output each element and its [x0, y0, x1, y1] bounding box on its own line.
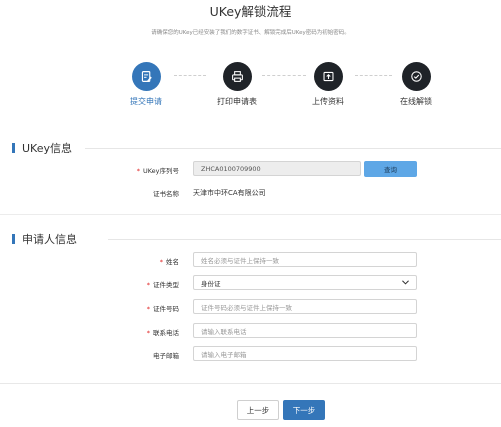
check-circle-icon	[401, 62, 431, 91]
name-input[interactable]: 姓名必须与证件上保持一致	[193, 252, 417, 267]
section-title: 申请人信息	[22, 233, 77, 246]
section-accent-bar	[12, 234, 15, 244]
step-label: 打印申请表	[217, 97, 257, 106]
phone-input[interactable]: 请输入联系电话	[193, 323, 417, 338]
ukey-section-header: UKey信息	[0, 139, 501, 157]
section-accent-bar	[12, 143, 15, 153]
step-submit: 提交申请	[116, 62, 176, 107]
page-title: UKey解锁流程	[209, 4, 292, 19]
step-label: 上传资料	[312, 97, 344, 106]
upload-icon	[313, 62, 343, 91]
step-unlock: 在线解锁	[386, 62, 446, 107]
page-subtitle: 请确保您的UKey已经安装了我们的数字证书、解锁完成后UKey密码为初始密码。	[151, 30, 350, 36]
section-separator	[0, 214, 501, 215]
id-number-input[interactable]: 证件号码必须与证件上保持一致	[193, 299, 417, 314]
section-divider	[85, 148, 501, 149]
section-title: UKey信息	[22, 142, 72, 155]
prev-button[interactable]: 上一步	[237, 400, 279, 420]
cert-name-label: 证书名称	[153, 190, 179, 198]
id-type-label: * 证件类型	[146, 281, 179, 289]
id-number-label: * 证件号码	[146, 305, 179, 313]
next-button[interactable]: 下一步	[283, 400, 325, 420]
applicant-section-header: 申请人信息	[0, 230, 501, 248]
id-type-select[interactable]: 身份证	[193, 275, 417, 290]
cert-name-value: 天津市中环CA有限公司	[193, 189, 266, 197]
phone-label: * 联系电话	[146, 329, 179, 337]
footer-divider	[0, 383, 501, 384]
edit-doc-icon	[131, 62, 161, 91]
serial-number-field[interactable]: ZHCA0100709900	[193, 161, 361, 176]
printer-icon	[222, 62, 252, 91]
query-button[interactable]: 查询	[364, 161, 417, 177]
chevron-down-icon	[402, 279, 409, 287]
id-type-value: 身份证	[201, 279, 221, 288]
email-input[interactable]: 请输入电子邮箱	[193, 346, 417, 361]
name-label: * 姓名	[159, 258, 179, 266]
serial-label: * UKey序列号	[136, 167, 179, 175]
step-upload: 上传资料	[298, 62, 358, 107]
step-connector	[174, 75, 206, 76]
step-print: 打印申请表	[207, 62, 267, 107]
section-divider	[108, 239, 501, 240]
step-progress: 提交申请 打印申请表 上传资料 在线解锁	[0, 62, 501, 112]
step-label: 在线解锁	[400, 97, 432, 106]
email-label: 电子邮箱	[153, 352, 179, 360]
step-label: 提交申请	[130, 97, 162, 106]
